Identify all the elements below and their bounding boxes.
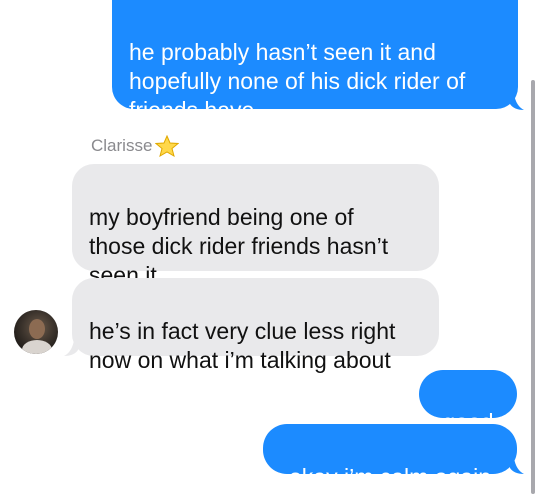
scrollbar[interactable] — [531, 80, 535, 494]
message-text: he probably hasn’t seen it and hopefully… — [129, 39, 466, 123]
bubble-tail — [64, 340, 78, 356]
sender-label: Clarisse — [91, 135, 180, 157]
message-text: okay i’m calm again — [289, 464, 491, 490]
bubble-tail — [510, 94, 524, 110]
sent-message-bubble[interactable]: good — [419, 370, 517, 435]
received-message-bubble[interactable]: he’s in fact very clue less right now on… — [72, 278, 439, 373]
message-text: he’s in fact very clue less right now on… — [89, 318, 396, 373]
bubble-tail — [510, 458, 524, 474]
received-message-bubble[interactable]: my boyfriend being one of those dick rid… — [72, 164, 439, 288]
sender-name: Clarisse — [91, 136, 153, 155]
star-emoji-icon — [155, 135, 180, 157]
sent-message-bubble[interactable]: okay i’m calm again — [263, 424, 517, 490]
contact-avatar[interactable] — [14, 310, 58, 354]
avatar-face — [29, 319, 45, 339]
message-text: my boyfriend being one of those dick rid… — [89, 204, 389, 288]
avatar-shirt — [22, 340, 52, 354]
sent-message-bubble[interactable]: he probably hasn’t seen it and hopefully… — [112, 0, 518, 123]
